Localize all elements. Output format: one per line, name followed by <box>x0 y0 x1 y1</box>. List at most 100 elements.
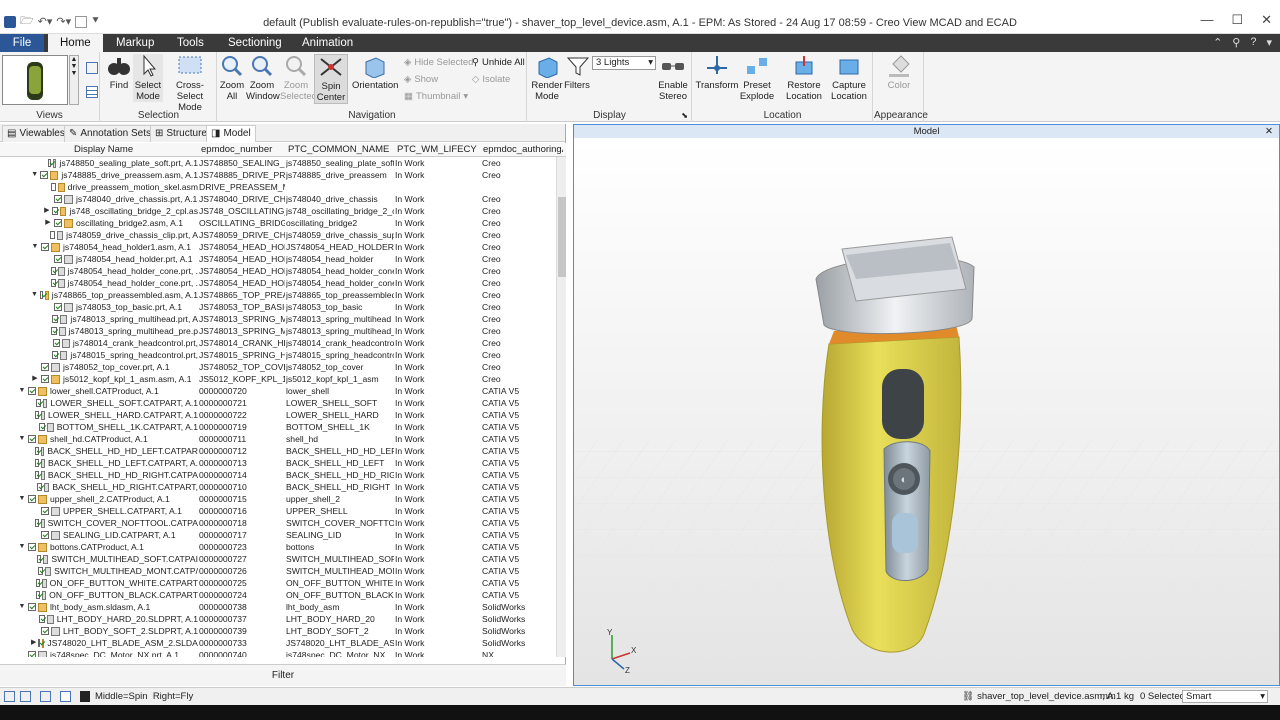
enable-stereo-button[interactable]: Enable Stereo <box>656 54 690 102</box>
tab-sectioning[interactable]: Sectioning <box>216 34 294 52</box>
view-thumbnail[interactable] <box>2 55 68 105</box>
visibility-checkbox[interactable] <box>39 291 44 299</box>
visibility-checkbox[interactable] <box>35 591 40 599</box>
visibility-checkbox[interactable] <box>51 315 59 323</box>
restore-location-button[interactable]: Restore Location <box>783 54 825 102</box>
tab-markup[interactable]: Markup <box>104 34 166 52</box>
tab-model[interactable]: ◨ Model <box>206 125 256 142</box>
expand-toggle-icon[interactable]: ▼ <box>31 241 39 253</box>
grid-view-icon[interactable] <box>86 62 98 74</box>
zoom-selected-button[interactable]: Zoom Selected <box>280 54 317 102</box>
table-row[interactable]: BACK_SHELL_HD_RIGHT.CATPART, 0000000710 BA… <box>0 481 556 493</box>
expand-toggle-icon[interactable]: ▶ <box>44 217 52 229</box>
visibility-checkbox[interactable] <box>51 207 58 215</box>
visibility-checkbox[interactable] <box>36 483 42 491</box>
table-row[interactable]: ▶ JS748020_LHT_BLADE_ASM_2.SLDAS 000000073… <box>0 637 556 649</box>
table-row[interactable]: BACK_SHELL_HD_LEFT.CATPART, A. 0000000713… <box>0 457 556 469</box>
table-row[interactable]: js748040_drive_chassis.prt, A.1 JS748040_… <box>0 193 556 205</box>
table-row[interactable]: ▶ oscillating_bridge2.asm, A.1 OSCILLATING… <box>0 217 556 229</box>
table-row[interactable]: ▼ js748885_drive_preassem.asm, A.1 JS74888… <box>0 169 556 181</box>
layout-quad-icon[interactable] <box>40 691 51 702</box>
table-row[interactable]: LHT_BODY_HARD_20.SLDPRT, A.1 0000000737 LH… <box>0 613 556 625</box>
visibility-checkbox[interactable] <box>35 447 39 455</box>
expand-toggle-icon[interactable]: ▶ <box>44 205 50 217</box>
layout-single-icon[interactable] <box>4 691 15 702</box>
table-row[interactable]: SEALING_LID.CATPART, A.1 0000000717 SEALIN… <box>0 529 556 541</box>
visibility-checkbox[interactable] <box>54 255 62 263</box>
tab-viewables[interactable]: ▤ Viewables <box>2 125 70 142</box>
filters-button[interactable]: Filters <box>564 54 590 91</box>
tree-scrollbar[interactable] <box>556 157 566 657</box>
visibility-checkbox[interactable] <box>54 195 62 203</box>
visibility-checkbox[interactable] <box>38 615 45 623</box>
expand-toggle-icon[interactable]: ▼ <box>18 541 26 553</box>
visibility-checkbox[interactable] <box>35 519 39 527</box>
expand-toggle-icon[interactable]: ▼ <box>18 601 26 613</box>
visibility-checkbox[interactable] <box>35 459 40 467</box>
zoom-all-button[interactable]: Zoom All <box>218 54 246 102</box>
layout-split-icon[interactable] <box>20 691 31 702</box>
expand-toggle-icon[interactable]: ▼ <box>31 169 38 181</box>
table-row[interactable]: js748014_crank_headcontrol.prt, JS748014_… <box>0 337 556 349</box>
visibility-checkbox[interactable] <box>54 219 62 227</box>
unit-kg[interactable]: kg <box>1124 691 1134 702</box>
thumbnail-button[interactable]: ▦ Thumbnail ▾ <box>404 90 468 104</box>
filter-bar[interactable]: Filter <box>0 664 566 686</box>
table-row[interactable]: js748054_head_holder_cone.prt, . JS748054… <box>0 265 556 277</box>
transform-button[interactable]: Transform <box>695 54 739 91</box>
views-scroll[interactable]: ▲ ▼ ▼ <box>69 55 79 105</box>
help-icon[interactable]: ? <box>1250 36 1256 49</box>
table-row[interactable]: ▶ js5012_kopf_kpl_1_asm.asm, A.1 JS5012_KO… <box>0 373 556 385</box>
preset-explode-button[interactable]: Preset Explode <box>737 54 777 102</box>
table-row[interactable]: drive_preassem_motion_skel.asm DRIVE_PREA… <box>0 181 556 193</box>
visibility-checkbox[interactable] <box>35 579 41 587</box>
table-row[interactable]: js748013_spring_multihead_pre.p JS748013_… <box>0 325 556 337</box>
layout-page-icon[interactable] <box>60 691 71 702</box>
visibility-checkbox[interactable] <box>28 543 36 551</box>
list-view-icon[interactable] <box>86 86 98 98</box>
table-row[interactable]: js748spec_DC_Motor_NX.prt, A.1 0000000740… <box>0 649 556 657</box>
visibility-checkbox[interactable] <box>41 507 49 515</box>
table-row[interactable]: ▶ js748_oscillating_bridge_2_cpl.as JS748_… <box>0 205 556 217</box>
table-row[interactable]: js748850_sealing_plate_soft.prt, A.1 JS74… <box>0 157 556 169</box>
visibility-checkbox[interactable] <box>41 375 49 383</box>
expand-toggle-icon[interactable]: ▼ <box>18 493 26 505</box>
table-row[interactable]: ▼ shell_hd.CATProduct, A.1 0000000711 shell… <box>0 433 556 445</box>
close-icon[interactable]: ✕ <box>1265 125 1273 138</box>
visibility-checkbox[interactable] <box>54 303 62 311</box>
minimize-icon[interactable]: — <box>1200 12 1213 28</box>
hide-selected-button[interactable]: ◈ Hide Selected <box>404 56 473 70</box>
table-row[interactable]: BOTTOM_SHELL_1K.CATPART, A.1 0000000719 BO… <box>0 421 556 433</box>
scrollbar-thumb[interactable] <box>558 197 566 277</box>
table-row[interactable]: SWITCH_MULTIHEAD_MONT.CATP/0000000726 SWI… <box>0 565 556 577</box>
orientation-button[interactable]: Orientation <box>352 54 398 91</box>
table-row[interactable]: js748013_spring_multihead.prt, A JS748013… <box>0 313 556 325</box>
table-row[interactable]: LOWER_SHELL_HARD.CATPART, A.1 0000000722 L… <box>0 409 556 421</box>
table-row[interactable]: SWITCH_MULTIHEAD_SOFT.CATPAI 0000000727 SW… <box>0 553 556 565</box>
search-icon[interactable]: ⚲ <box>1232 36 1240 49</box>
collapse-ribbon-icon[interactable]: ⌃ <box>1213 36 1222 49</box>
col-authoring-app[interactable]: epmdoc_authoringA... <box>483 144 563 155</box>
table-row[interactable]: SWITCH_COVER_NOFTTOOL.CATPA 0000000718 SWI… <box>0 517 556 529</box>
isolate-button[interactable]: ◇ Isolate <box>472 73 510 87</box>
table-row[interactable]: ▼ js748865_top_preassembled.asm, A.1 JS748… <box>0 289 556 301</box>
col-common-name[interactable]: PTC_COMMON_NAME <box>288 144 392 155</box>
expand-toggle-icon[interactable]: ▶ <box>31 373 39 385</box>
render-mode-button[interactable]: Render Mode <box>530 54 564 102</box>
visibility-checkbox[interactable] <box>35 471 39 479</box>
table-row[interactable]: js748054_head_holder_cone.prt, . JS748054… <box>0 277 556 289</box>
table-row[interactable]: ▼ lht_body_asm.sldasm, A.1 0000000738 lht_b… <box>0 601 556 613</box>
visibility-checkbox[interactable] <box>50 279 57 287</box>
unit-mm[interactable]: mm <box>1100 691 1116 702</box>
lights-select[interactable]: 3 Lights ▾ <box>592 56 656 70</box>
tab-annotation-sets[interactable]: ✎ Annotation Sets <box>64 125 156 142</box>
visibility-checkbox[interactable] <box>28 387 36 395</box>
visibility-checkbox[interactable] <box>50 267 57 275</box>
table-row[interactable]: ▼ bottons.CATProduct, A.1 0000000723 botton… <box>0 541 556 553</box>
model-viewport[interactable]: Model ✕ ◐ Y X Z <box>573 124 1280 686</box>
table-row[interactable]: ▼ upper_shell_2.CATProduct, A.1 0000000715… <box>0 493 556 505</box>
visibility-checkbox[interactable] <box>37 567 44 575</box>
visibility-checkbox[interactable] <box>41 531 49 539</box>
col-lifecycle[interactable]: PTC_WM_LIFECYCL... <box>397 144 477 155</box>
visibility-checkbox[interactable] <box>40 171 48 179</box>
